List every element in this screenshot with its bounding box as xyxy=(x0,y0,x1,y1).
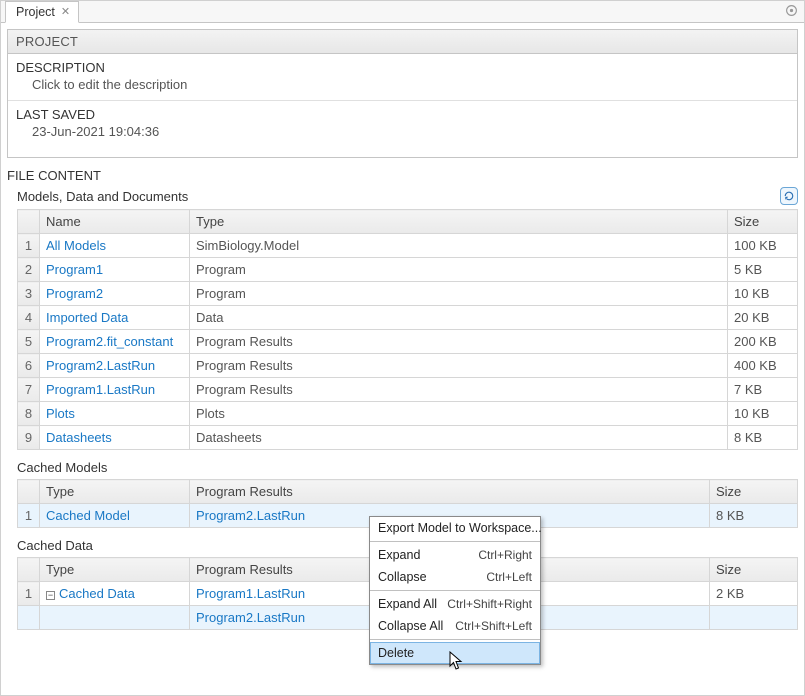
cached-models-title: Cached Models xyxy=(17,460,798,475)
table-row[interactable]: 2Program1Program5 KB xyxy=(18,258,798,282)
menu-separator xyxy=(370,541,540,542)
close-icon[interactable]: ✕ xyxy=(61,7,70,18)
description-value[interactable]: Click to edit the description xyxy=(16,75,789,100)
menu-separator xyxy=(370,590,540,591)
app-window: Project ✕ PROJECT DESCRIPTION Click to e… xyxy=(0,0,805,696)
menu-collapse[interactable]: CollapseCtrl+Left xyxy=(370,566,540,588)
menu-collapse-all[interactable]: Collapse AllCtrl+Shift+Left xyxy=(370,615,540,637)
menu-export[interactable]: Export Model to Workspace... xyxy=(370,517,540,539)
table-row[interactable]: 5Program2.fit_constantProgram Results200… xyxy=(18,330,798,354)
col-type[interactable]: Type xyxy=(40,480,190,504)
col-size[interactable]: Size xyxy=(710,480,798,504)
col-size[interactable]: Size xyxy=(728,210,798,234)
table-row[interactable]: 8PlotsPlots10 KB xyxy=(18,402,798,426)
tab-label: Project xyxy=(16,5,55,19)
description-label: DESCRIPTION xyxy=(16,60,789,75)
project-panel: DESCRIPTION Click to edit the descriptio… xyxy=(7,54,798,158)
filecontent-label: FILE CONTENT xyxy=(7,168,798,183)
col-size[interactable]: Size xyxy=(710,558,798,582)
models-table: Name Type Size 1All ModelsSimBiology.Mod… xyxy=(17,209,798,450)
col-program-results[interactable]: Program Results xyxy=(190,480,710,504)
tab-bar: Project ✕ xyxy=(1,1,804,23)
menu-expand-all[interactable]: Expand AllCtrl+Shift+Right xyxy=(370,593,540,615)
menu-expand[interactable]: ExpandCtrl+Right xyxy=(370,544,540,566)
menu-delete[interactable]: Delete xyxy=(370,642,540,664)
lastsaved-label: LAST SAVED xyxy=(16,107,789,122)
col-type[interactable]: Type xyxy=(190,210,728,234)
table-row[interactable]: 9DatasheetsDatasheets8 KB xyxy=(18,426,798,450)
table-row[interactable]: 3Program2Program10 KB xyxy=(18,282,798,306)
models-title-text: Models, Data and Documents xyxy=(17,189,188,204)
col-name[interactable]: Name xyxy=(40,210,190,234)
table-row[interactable]: 1All ModelsSimBiology.Model100 KB xyxy=(18,234,798,258)
refresh-icon[interactable] xyxy=(780,187,798,205)
lastsaved-value: 23-Jun-2021 19:04:36 xyxy=(16,122,789,147)
table-row[interactable]: 4Imported DataData20 KB xyxy=(18,306,798,330)
col-type[interactable]: Type xyxy=(40,558,190,582)
collapse-icon[interactable]: − xyxy=(46,591,55,600)
project-header: PROJECT xyxy=(7,29,798,54)
models-subtitle: Models, Data and Documents xyxy=(17,187,798,205)
models-table-wrap: Name Type Size 1All ModelsSimBiology.Mod… xyxy=(17,209,798,450)
table-row[interactable]: 7Program1.LastRunProgram Results7 KB xyxy=(18,378,798,402)
table-row[interactable]: 6Program2.LastRunProgram Results400 KB xyxy=(18,354,798,378)
rownum-header xyxy=(18,210,40,234)
menu-separator xyxy=(370,639,540,640)
context-menu: Export Model to Workspace... ExpandCtrl+… xyxy=(369,516,541,665)
tab-project[interactable]: Project ✕ xyxy=(5,1,79,23)
gear-icon[interactable] xyxy=(785,4,798,20)
